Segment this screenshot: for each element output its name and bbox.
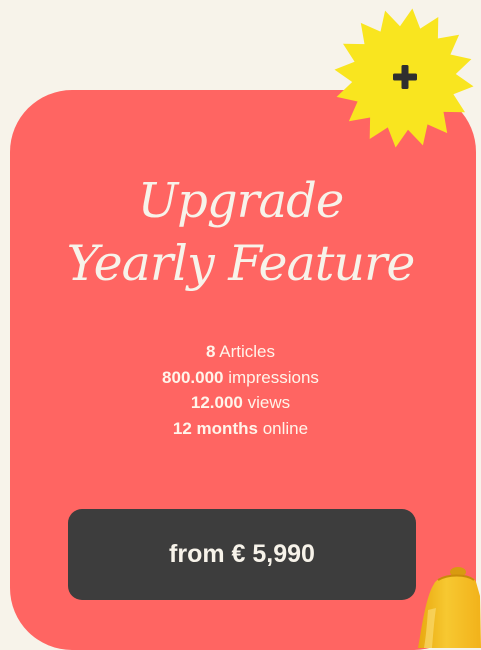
stat-duration: 12 months online	[0, 416, 481, 442]
stat-label: impressions	[228, 367, 319, 387]
stats-list: 8 Articles 800.000 impressions 12.000 vi…	[0, 339, 481, 441]
stat-label: views	[247, 393, 291, 412]
plus-icon[interactable]	[390, 62, 420, 92]
stat-value: 12 months	[172, 418, 258, 438]
title-line-1: Upgrade	[137, 173, 345, 229]
stat-value: 800.000	[162, 367, 224, 387]
stat-articles: 8 Articles	[0, 339, 481, 365]
price-button[interactable]: from € 5,990	[68, 509, 416, 600]
stat-label: Articles	[219, 342, 275, 361]
bell-icon	[418, 567, 481, 648]
title-line-2: Yearly Feature	[66, 235, 416, 292]
stat-value: 8	[206, 342, 216, 361]
stat-views: 12.000 views	[0, 390, 481, 416]
price-label: from € 5,990	[169, 540, 315, 568]
stat-value: 12.000	[190, 393, 243, 412]
stat-label: online	[262, 418, 309, 438]
stat-impressions: 800.000 impressions	[0, 365, 481, 391]
